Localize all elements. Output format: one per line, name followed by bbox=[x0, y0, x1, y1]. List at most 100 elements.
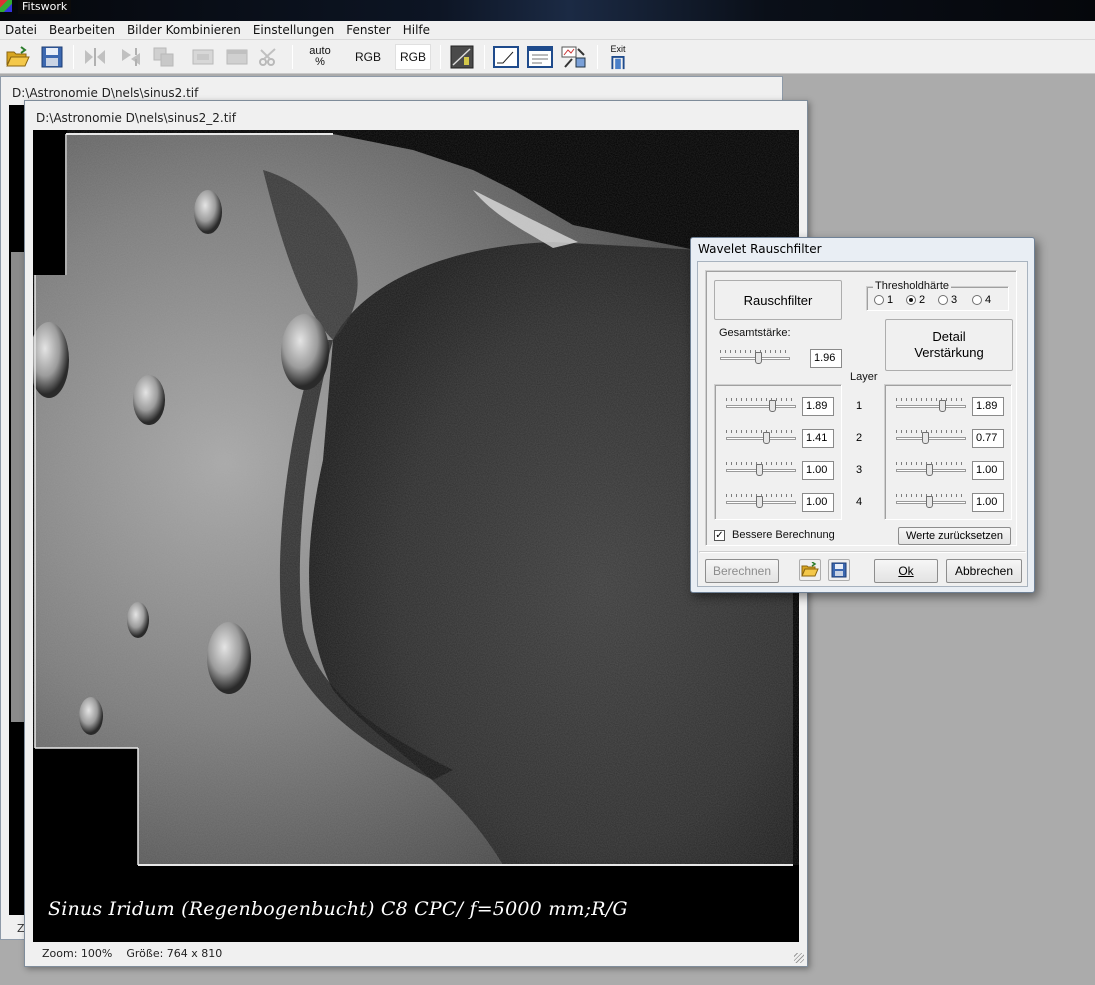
layer-number-1: 1 bbox=[855, 400, 863, 412]
toolbar-separator bbox=[597, 45, 598, 69]
status-size: Größe: 764 x 810 bbox=[126, 946, 223, 960]
noise-layer-slider-2[interactable] bbox=[726, 430, 796, 446]
open-folder-icon bbox=[801, 562, 819, 577]
radio-dot-icon bbox=[972, 295, 982, 305]
menu-bilder-kombinieren[interactable]: Bilder Kombinieren bbox=[122, 21, 248, 40]
bessere-label: Bessere Berechnung bbox=[732, 529, 835, 541]
flip-vertical-icon bbox=[122, 48, 140, 66]
ok-button[interactable]: Ok bbox=[874, 559, 938, 583]
front-window-title: D:\Astronomie D\nels\sinus2_2.tif bbox=[36, 111, 236, 125]
percent-label: % bbox=[315, 56, 325, 68]
image-frame-button[interactable] bbox=[189, 44, 217, 70]
menu-datei[interactable]: Datei bbox=[0, 21, 44, 40]
threshold-radio-1[interactable]: 1 bbox=[874, 294, 893, 306]
detail-label-2: Verstärkung bbox=[914, 345, 984, 360]
fitswork-app-icon bbox=[0, 0, 12, 12]
noise-layer-value-2[interactable]: 1.41 bbox=[802, 429, 834, 448]
detail-layer-slider-4[interactable] bbox=[896, 494, 966, 510]
gesamt-label: Gesamtstärke: bbox=[719, 327, 791, 339]
dialog-save-button[interactable] bbox=[828, 559, 850, 581]
rauschfilter-button[interactable]: Rauschfilter bbox=[714, 280, 842, 320]
status-zoom: Zoom: 100% bbox=[42, 946, 113, 960]
menubar: Datei Bearbeiten Bilder Kombinieren Eins… bbox=[0, 21, 1095, 40]
toolbar-separator bbox=[73, 45, 74, 69]
exit-door-icon bbox=[611, 55, 625, 70]
detail-layer-slider-1[interactable] bbox=[896, 398, 966, 414]
detail-layer-slider-3[interactable] bbox=[896, 462, 966, 478]
dialog-title: Wavelet Rauschfilter bbox=[698, 242, 822, 256]
detail-layer-slider-2[interactable] bbox=[896, 430, 966, 446]
noise-layer-value-4[interactable]: 1.00 bbox=[802, 493, 834, 512]
desktop-taskbar-strip: Fitswork bbox=[0, 0, 1095, 21]
copy-image-icon bbox=[153, 47, 174, 67]
threshold-option-label: 4 bbox=[985, 294, 992, 306]
abbrechen-button[interactable]: Abbrechen bbox=[946, 559, 1022, 583]
threshold-radio-2[interactable]: 2 bbox=[906, 294, 925, 306]
layer-number-4: 4 bbox=[855, 496, 863, 508]
noise-layer-slider-4[interactable] bbox=[726, 494, 796, 510]
scissors-icon bbox=[259, 48, 276, 66]
toolbar-separator bbox=[292, 45, 293, 69]
detail-layer-value-4[interactable]: 1.00 bbox=[972, 493, 1004, 512]
detail-label-1: Detail bbox=[932, 329, 966, 344]
toolbar-separator bbox=[440, 45, 441, 69]
app-title: Fitswork bbox=[18, 0, 72, 14]
noise-layer-slider-1[interactable] bbox=[726, 398, 796, 414]
star-tools-icon bbox=[561, 46, 586, 68]
open-folder-button[interactable] bbox=[4, 44, 32, 70]
crop-scissors-button[interactable] bbox=[255, 44, 283, 70]
curve-window-icon bbox=[493, 46, 519, 68]
berechnen-button[interactable]: Berechnen bbox=[705, 559, 779, 583]
histogram-icon bbox=[450, 45, 474, 69]
dialog-body: Rauschfilter Thresholdhärte 1 2 3 4 Gesa… bbox=[697, 261, 1028, 587]
toolbar: auto % RGB RGB Exit bbox=[0, 40, 1095, 74]
detail-layer-value-1[interactable]: 1.89 bbox=[972, 397, 1004, 416]
histogram-button[interactable] bbox=[448, 44, 476, 70]
detail-layer-value-3[interactable]: 1.00 bbox=[972, 461, 1004, 480]
star-tools-button[interactable] bbox=[559, 44, 589, 70]
noise-layer-value-3[interactable]: 1.00 bbox=[802, 461, 834, 480]
noise-layer-value-1[interactable]: 1.89 bbox=[802, 397, 834, 416]
curve-window-button[interactable] bbox=[491, 44, 521, 70]
image-frame-icon bbox=[192, 49, 214, 65]
image-window-button[interactable] bbox=[223, 44, 251, 70]
list-window-icon bbox=[527, 46, 553, 68]
resize-grip[interactable] bbox=[794, 953, 804, 963]
bessere-checkbox[interactable]: ✓ bbox=[714, 530, 725, 541]
layer-number-3: 3 bbox=[855, 464, 863, 476]
layer-number-2: 2 bbox=[855, 432, 863, 444]
moon-image-canvas[interactable]: Sinus Iridum (Regenbogenbucht) C8 CPC/ f… bbox=[33, 130, 799, 942]
list-window-button[interactable] bbox=[525, 44, 555, 70]
noise-layer-slider-3[interactable] bbox=[726, 462, 796, 478]
open-folder-icon bbox=[6, 46, 30, 67]
radio-dot-icon bbox=[938, 295, 948, 305]
gesamt-value-field[interactable]: 1.96 bbox=[810, 349, 842, 368]
detail-verstaerkung-button[interactable]: Detail Verstärkung bbox=[885, 319, 1013, 371]
radio-dot-icon bbox=[874, 295, 884, 305]
rgb-button-2[interactable]: RGB bbox=[395, 44, 431, 70]
layer-label: Layer bbox=[850, 371, 878, 383]
dialog-open-button[interactable] bbox=[799, 559, 821, 581]
copy-image-button[interactable] bbox=[150, 44, 178, 70]
exit-label: Exit bbox=[610, 44, 626, 54]
threshold-label: Thresholdhärte bbox=[873, 280, 951, 292]
detail-layer-value-2[interactable]: 0.77 bbox=[972, 429, 1004, 448]
save-button[interactable] bbox=[38, 44, 66, 70]
gesamt-slider[interactable] bbox=[720, 350, 790, 366]
flip-horizontal-button[interactable] bbox=[80, 44, 110, 70]
menu-einstellungen[interactable]: Einstellungen bbox=[248, 21, 341, 40]
reset-values-button[interactable]: Werte zurücksetzen bbox=[898, 527, 1011, 545]
menu-hilfe[interactable]: Hilfe bbox=[398, 21, 437, 40]
threshold-option-label: 2 bbox=[919, 294, 926, 306]
auto-percent-button[interactable]: auto % bbox=[302, 44, 338, 70]
back-window-title: D:\Astronomie D\nels\sinus2.tif bbox=[12, 86, 199, 100]
threshold-radio-3[interactable]: 3 bbox=[938, 294, 957, 306]
menu-fenster[interactable]: Fenster bbox=[341, 21, 398, 40]
exit-button[interactable]: Exit bbox=[604, 44, 632, 70]
wavelet-dialog[interactable]: Wavelet Rauschfilter Rauschfilter Thresh… bbox=[690, 237, 1035, 593]
menu-bearbeiten[interactable]: Bearbeiten bbox=[44, 21, 122, 40]
flip-vertical-button[interactable] bbox=[116, 44, 146, 70]
threshold-radio-4[interactable]: 4 bbox=[972, 294, 991, 306]
image-window-icon bbox=[226, 49, 248, 65]
rgb-button-1[interactable]: RGB bbox=[348, 44, 388, 70]
